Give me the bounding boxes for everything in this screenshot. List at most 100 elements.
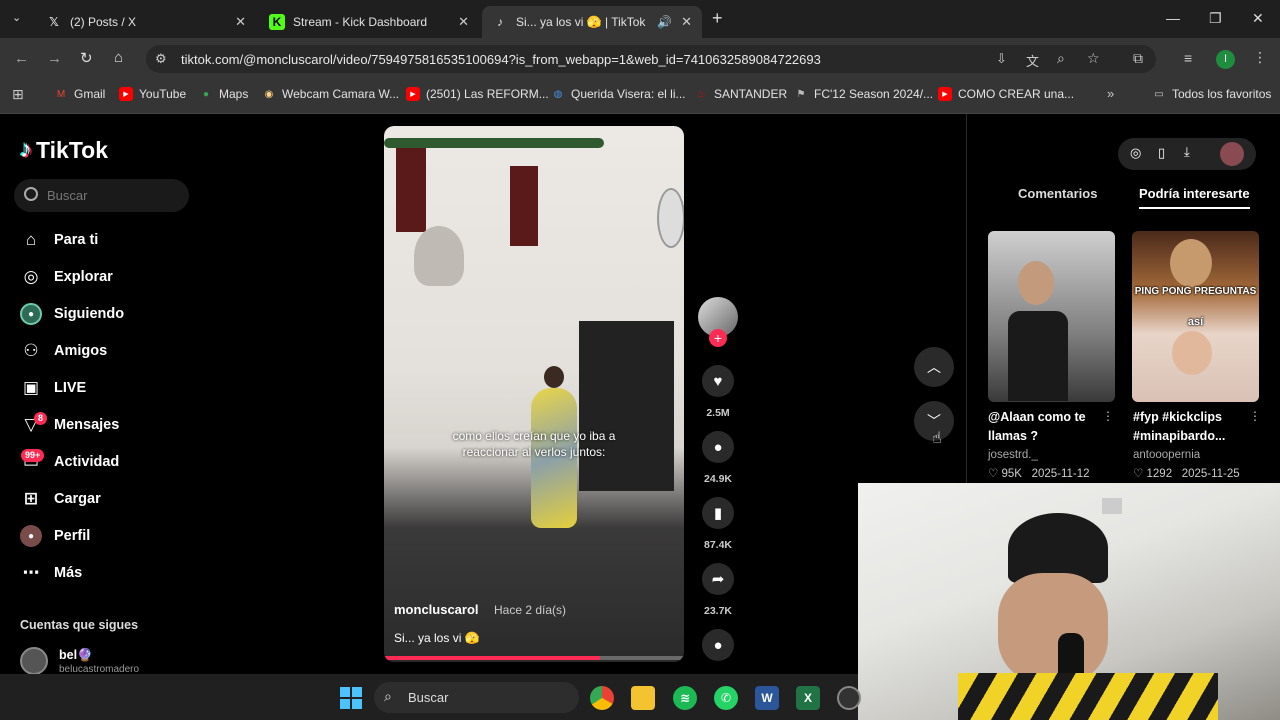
tab-podria-interesarte[interactable]: Podría interesarte [1139, 186, 1250, 209]
tiktok-logo[interactable]: ♪ TikTok [20, 136, 108, 164]
bookmark-visera[interactable]: ◍ Querida Visera: el li... [551, 87, 686, 101]
bookmark-icon: ▮ [713, 505, 723, 522]
bookmark-fc12[interactable]: ⚑ FC'12 Season 2024/... [794, 87, 934, 101]
user-icon: ● [713, 636, 723, 654]
card-title[interactable]: #fyp #kickclips #minapibardo... [1133, 408, 1253, 446]
nav-item-perfil[interactable]: ● Perfil [20, 524, 90, 548]
excel-icon[interactable]: X [796, 686, 820, 710]
install-icon[interactable]: ⇩ [996, 51, 1007, 67]
media-icon[interactable]: ≡ [1184, 50, 1192, 66]
activity-badge: 99+ [21, 449, 45, 462]
compass-icon[interactable]: ◎ [1130, 145, 1141, 161]
reload-icon[interactable]: ↻ [80, 49, 93, 67]
new-tab-button[interactable]: + [712, 8, 723, 29]
card-more-icon[interactable]: ⋮ [1102, 409, 1114, 423]
all-bookmarks[interactable]: ▭ Todos los favoritos [1152, 87, 1271, 101]
tab-search-icon[interactable]: ⌄ [12, 11, 21, 24]
close-icon[interactable]: ✕ [681, 14, 692, 30]
bookmark-gmail[interactable]: M Gmail [54, 87, 106, 101]
save-count: 87.4K [703, 539, 733, 551]
chevron-up-icon: ︿ [927, 359, 941, 375]
search-input[interactable] [14, 179, 189, 212]
maximize-button[interactable]: ❐ [1209, 10, 1222, 27]
home-icon[interactable]: ⌂ [114, 49, 123, 66]
fc12-icon: ⚑ [796, 88, 806, 100]
card-title[interactable]: @Alaan como te llamas ? [988, 408, 1108, 446]
bookmark-youtube[interactable]: ▶ YouTube [119, 87, 186, 101]
home-icon: ⌂ [25, 230, 37, 249]
card-thumbnail[interactable]: PING PONG PREGUNTAS así [1132, 231, 1259, 402]
more-bookmarks-icon[interactable]: » [1107, 86, 1114, 101]
app-icon[interactable] [837, 686, 861, 710]
nav-item-para-ti[interactable]: ⌂ Para ti [20, 228, 98, 252]
bookmark-como-crear[interactable]: ▶ COMO CREAR una... [938, 87, 1074, 101]
x-logo-icon: 𝕏 [49, 15, 59, 29]
profile-sound-button[interactable]: ● [702, 629, 734, 661]
youtube-icon: ▶ [119, 87, 133, 101]
nav-item-explorar[interactable]: ◎ Explorar [20, 265, 113, 289]
bookmark-star-icon[interactable]: ☆ [1087, 50, 1100, 67]
speaker-icon[interactable]: 🔊 [657, 15, 672, 29]
start-tile [352, 699, 362, 709]
friends-icon: ⚇ [23, 341, 39, 360]
like-count: 2.5M [706, 407, 730, 419]
close-window-button[interactable]: ✕ [1252, 10, 1264, 27]
avatar[interactable] [1220, 142, 1244, 166]
minimize-button[interactable]: — [1166, 10, 1180, 26]
card-more-icon[interactable]: ⋮ [1249, 409, 1261, 423]
file-explorer-icon[interactable] [631, 686, 655, 710]
nav-item-mas[interactable]: ⋯ Más [20, 561, 83, 585]
bookmark-webcam[interactable]: ◉ Webcam Camara W... [262, 87, 400, 101]
windows-start-icon[interactable] [340, 687, 362, 709]
card-meta: ♡ 1292 2025-11-25 [1133, 468, 1240, 480]
profile-avatar[interactable]: I [1216, 50, 1235, 69]
extensions-icon[interactable]: ⧉ [1133, 50, 1143, 67]
spotify-icon[interactable]: ≋ [673, 686, 697, 710]
nav-item-cargar[interactable]: ⊞ Cargar [20, 487, 101, 511]
menu-icon[interactable]: ⋮ [1253, 49, 1267, 66]
nav-item-live[interactable]: ▣ LIVE [20, 376, 86, 400]
zoom-icon[interactable]: ⌕ [1057, 50, 1065, 67]
bookmark-reformas[interactable]: ▶ (2501) Las REFORM... [406, 87, 549, 101]
forward-icon[interactable]: → [47, 50, 62, 67]
apps-icon[interactable]: ⊞ [12, 86, 24, 103]
back-icon[interactable]: ← [14, 50, 29, 67]
nav-item-amigos[interactable]: ⚇ Amigos [20, 339, 107, 363]
like-button[interactable]: ♥ [702, 365, 734, 397]
video-player[interactable]: como ellos creían que yo iba a reacciona… [384, 126, 684, 662]
card-thumbnail[interactable] [988, 231, 1115, 402]
close-icon[interactable]: ✕ [235, 14, 246, 30]
youtube-icon: ▶ [938, 87, 952, 101]
translate-icon[interactable]: 文 [1026, 51, 1039, 70]
comment-icon: ● [713, 438, 723, 456]
kick-logo-icon: K [269, 14, 285, 30]
comment-button[interactable]: ● [702, 431, 734, 463]
follow-plus-icon[interactable]: + [709, 329, 727, 347]
whatsapp-icon[interactable]: ✆ [714, 686, 738, 710]
url-text[interactable]: tiktok.com/@moncluscarol/video/759497581… [181, 52, 821, 67]
bookmark-maps[interactable]: ● Maps [199, 87, 248, 101]
download-icon[interactable]: ⤓ [1184, 144, 1190, 160]
bookmark-santander[interactable]: ♨ SANTANDER [694, 87, 788, 101]
card-author[interactable]: antooopernia [1133, 449, 1200, 461]
nav-item-siguiendo[interactable]: ● Siguiendo [20, 302, 124, 326]
taskbar-search[interactable] [374, 682, 579, 713]
avatar[interactable] [20, 647, 48, 675]
chrome-icon[interactable] [590, 686, 614, 710]
save-button[interactable]: ▮ [702, 497, 734, 529]
progress-track[interactable] [384, 656, 684, 660]
share-button[interactable]: ➦ [702, 563, 734, 595]
word-icon[interactable]: W [755, 686, 779, 710]
mobile-icon[interactable]: ▯ [1158, 145, 1165, 161]
close-icon[interactable]: ✕ [458, 14, 469, 30]
tab-kick[interactable]: K Stream - Kick Dashboard ✕ [259, 6, 479, 38]
previous-video-button[interactable]: ︿ [914, 347, 954, 387]
video-author[interactable]: moncluscarol [394, 602, 479, 617]
tab-comentarios[interactable]: Comentarios [1018, 186, 1097, 201]
following-name[interactable]: bel🔮 [59, 648, 93, 663]
following-title: Cuentas que sigues [20, 618, 139, 632]
tab-tiktok[interactable]: ♪ Si... ya los vi 🫣 | TikTok 🔊 ✕ [482, 6, 702, 38]
site-info-icon[interactable]: ⚙ [155, 51, 167, 67]
tab-x[interactable]: 𝕏 (2) Posts / X ✕ [36, 6, 256, 38]
card-author[interactable]: josestrd._ [988, 449, 1038, 461]
